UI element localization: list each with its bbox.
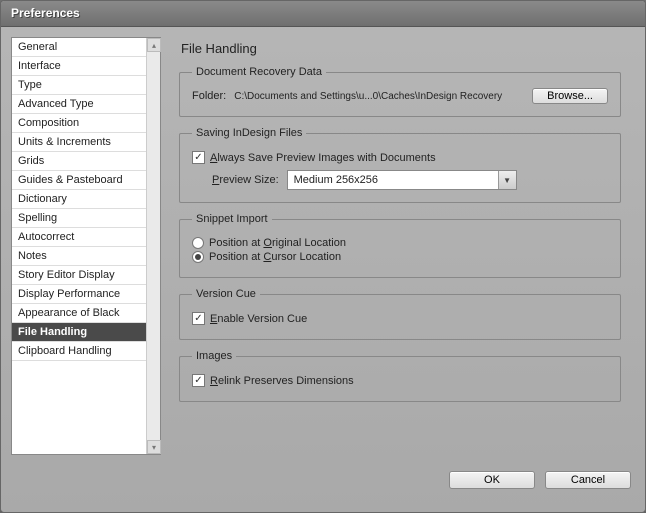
document-recovery-legend: Document Recovery Data: [192, 66, 326, 78]
sidebar-item-grids[interactable]: Grids: [12, 152, 146, 171]
sidebar-item-dictionary[interactable]: Dictionary: [12, 190, 146, 209]
sidebar-item-spelling[interactable]: Spelling: [12, 209, 146, 228]
cancel-button[interactable]: Cancel: [545, 471, 631, 489]
sidebar-item-units-increments[interactable]: Units & Increments: [12, 133, 146, 152]
chevron-down-icon: ▼: [498, 171, 516, 189]
snippet-import-group: Snippet Import Position at Original Loca…: [179, 213, 621, 278]
preview-size-label: Preview Size:: [212, 174, 279, 186]
window-title: Preferences: [11, 6, 80, 20]
images-legend: Images: [192, 350, 236, 362]
window-titlebar[interactable]: Preferences: [1, 1, 645, 27]
ok-button[interactable]: OK: [449, 471, 535, 489]
page-title: File Handling: [181, 41, 621, 56]
saving-files-group: Saving InDesign Files ✓ Always Save Prev…: [179, 127, 621, 203]
dialog-footer: OK Cancel: [1, 467, 645, 489]
saving-files-legend: Saving InDesign Files: [192, 127, 306, 139]
checkbox-icon: ✓: [192, 374, 205, 387]
folder-label: Folder:: [192, 90, 226, 102]
preview-size-value: Medium 256x256: [294, 174, 378, 186]
enable-version-cue-checkbox[interactable]: ✓ Enable Version Cue: [192, 312, 608, 325]
enable-version-cue-label: Enable Version Cue: [210, 313, 307, 325]
always-save-preview-checkbox[interactable]: ✓ Always Save Preview Images with Docume…: [192, 151, 608, 164]
version-cue-group: Version Cue ✓ Enable Version Cue: [179, 288, 621, 340]
sidebar-item-advanced-type[interactable]: Advanced Type: [12, 95, 146, 114]
images-group: Images ✓ Relink Preserves Dimensions: [179, 350, 621, 402]
checkbox-icon: ✓: [192, 151, 205, 164]
preferences-window: Preferences GeneralInterfaceTypeAdvanced…: [0, 0, 646, 513]
sidebar-scrollbar[interactable]: ▴ ▾: [146, 38, 160, 454]
sidebar-item-interface[interactable]: Interface: [12, 57, 146, 76]
preview-size-select[interactable]: Medium 256x256 ▼: [287, 170, 517, 190]
relink-preserves-label: Relink Preserves Dimensions: [210, 375, 354, 387]
sidebar-item-appearance-of-black[interactable]: Appearance of Black: [12, 304, 146, 323]
sidebar-item-file-handling[interactable]: File Handling: [12, 323, 146, 342]
browse-button[interactable]: Browse...: [532, 88, 608, 104]
position-original-label: Position at Original Location: [209, 237, 346, 249]
position-cursor-radio[interactable]: Position at Cursor Location: [192, 251, 608, 263]
checkbox-icon: ✓: [192, 312, 205, 325]
sidebar-item-type[interactable]: Type: [12, 76, 146, 95]
scroll-down-icon[interactable]: ▾: [147, 440, 161, 454]
sidebar-item-story-editor-display[interactable]: Story Editor Display: [12, 266, 146, 285]
sidebar-item-notes[interactable]: Notes: [12, 247, 146, 266]
relink-preserves-checkbox[interactable]: ✓ Relink Preserves Dimensions: [192, 374, 608, 387]
document-recovery-group: Document Recovery Data Folder: C:\Docume…: [179, 66, 621, 117]
radio-icon: [192, 251, 204, 263]
always-save-preview-label: Always Save Preview Images with Document…: [210, 152, 436, 164]
sidebar-item-display-performance[interactable]: Display Performance: [12, 285, 146, 304]
content-panel: File Handling Document Recovery Data Fol…: [161, 37, 635, 461]
version-cue-legend: Version Cue: [192, 288, 260, 300]
category-sidebar: GeneralInterfaceTypeAdvanced TypeComposi…: [11, 37, 161, 455]
sidebar-item-autocorrect[interactable]: Autocorrect: [12, 228, 146, 247]
position-original-radio[interactable]: Position at Original Location: [192, 237, 608, 249]
snippet-import-legend: Snippet Import: [192, 213, 272, 225]
window-body: GeneralInterfaceTypeAdvanced TypeComposi…: [1, 27, 645, 467]
sidebar-item-clipboard-handling[interactable]: Clipboard Handling: [12, 342, 146, 361]
scroll-up-icon[interactable]: ▴: [147, 38, 161, 52]
sidebar-item-general[interactable]: General: [12, 38, 146, 57]
radio-icon: [192, 237, 204, 249]
position-cursor-label: Position at Cursor Location: [209, 251, 341, 263]
folder-path-text: C:\Documents and Settings\u...0\Caches\I…: [234, 91, 524, 102]
sidebar-item-guides-pasteboard[interactable]: Guides & Pasteboard: [12, 171, 146, 190]
sidebar-item-composition[interactable]: Composition: [12, 114, 146, 133]
